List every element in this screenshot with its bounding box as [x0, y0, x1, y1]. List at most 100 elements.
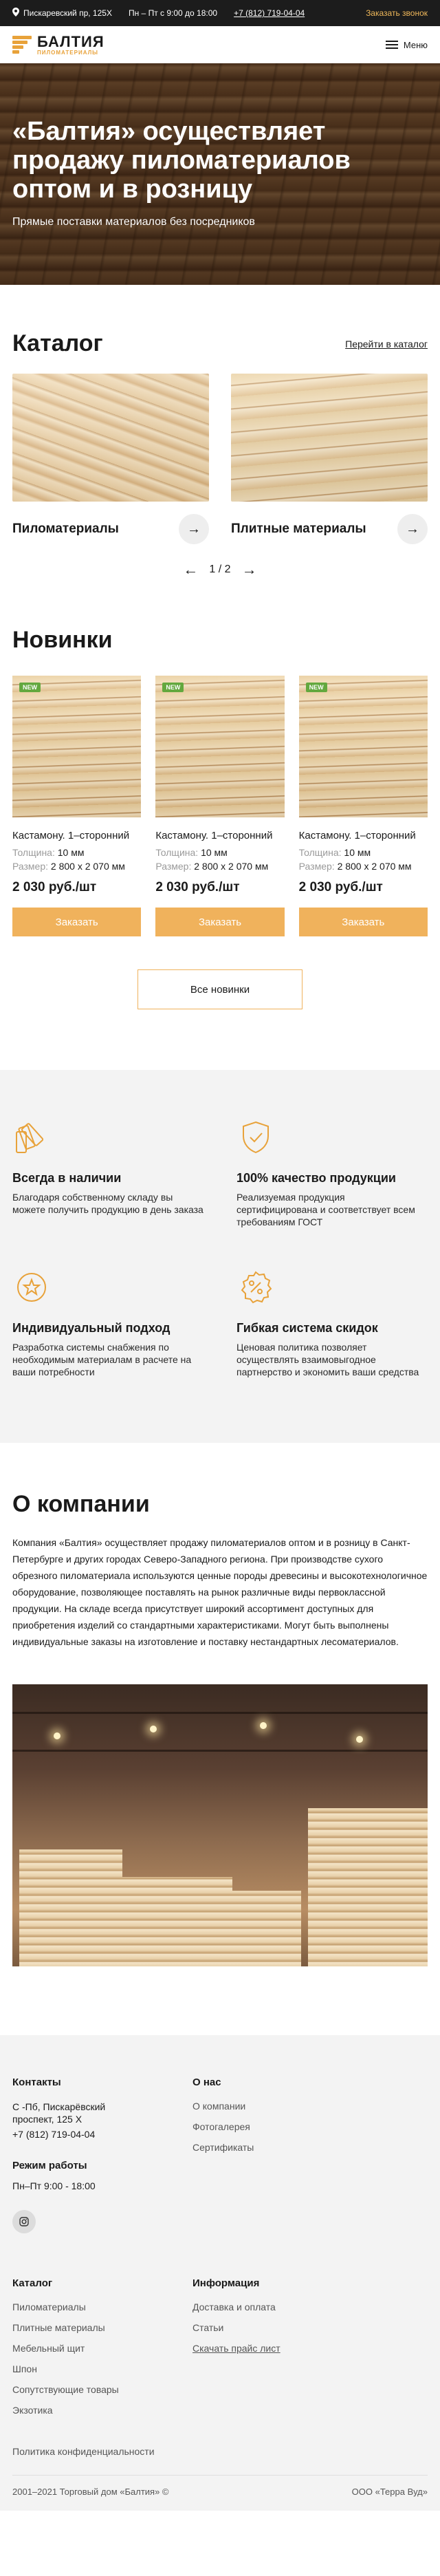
thickness-value: 10 мм	[201, 847, 228, 858]
product-image: NEW	[155, 676, 285, 817]
percent-badge-icon	[241, 1271, 272, 1304]
logo-name: БАЛТИЯ	[37, 32, 104, 50]
menu-button[interactable]: Меню	[385, 39, 428, 50]
feature-text: Реализуемая продукция сертифицирована и …	[236, 1192, 415, 1227]
footer-link-articles[interactable]: Статьи	[192, 2322, 428, 2333]
about-us-title: О нас	[192, 2076, 221, 2088]
address: Пискаревский пр, 125Х	[12, 8, 112, 19]
footer-address: С -Пб, Пискарёвский проспект, 125 Х	[12, 2101, 106, 2125]
all-new-button[interactable]: Все новинки	[138, 969, 302, 1009]
catalog-card-name: Плитные материалы	[231, 522, 366, 536]
about-section: О компании Компания «Балтия» осуществляе…	[0, 1443, 440, 1966]
new-products-section: Новинки NEW Кастамону. 1–сторонний Толщи…	[0, 579, 440, 1009]
footer-link-delivery[interactable]: Доставка и оплата	[192, 2301, 428, 2312]
contacts-title: Контакты	[12, 2076, 61, 2088]
size-value: 2 800 х 2 070 мм	[50, 861, 125, 872]
catalog-card-name: Пиломатериалы	[12, 522, 119, 536]
thickness-label: Толщина:	[155, 847, 199, 858]
product-price: 2 030 руб./шт	[155, 880, 240, 894]
shield-check-icon	[243, 1121, 269, 1154]
catalog-title: Каталог	[12, 330, 103, 356]
instagram-icon[interactable]	[12, 2210, 36, 2233]
feature-title: Всегда в наличии	[12, 1171, 122, 1185]
hero-title: «Балтия» осуществляет продажу пиломатери…	[12, 117, 351, 204]
order-button[interactable]: Заказать	[12, 908, 142, 936]
product-title: Кастамону. 1–сторонний	[298, 830, 416, 841]
info-title: Информация	[192, 2277, 260, 2289]
phone-link[interactable]: +7 (812) 719-04-04	[234, 8, 305, 18]
header: БАЛТИЯ ПИЛОМАТЕРИАЛЫ Меню	[0, 26, 440, 63]
copyright-bar: 2001–2021 Торговый дом «Балтия» © ООО «Т…	[12, 2475, 428, 2511]
about-text: Компания «Балтия» осуществляет продажу п…	[12, 1537, 428, 1647]
size-value: 2 800 х 2 070 мм	[337, 861, 412, 872]
feature-title: Индивидуальный подход	[12, 1321, 170, 1335]
size-label: Размер:	[298, 861, 335, 872]
product-card[interactable]: NEW Кастамону. 1–сторонний Толщина: 10 м…	[155, 676, 285, 936]
product-card[interactable]: NEW Кастамону. 1–сторонний Толщина: 10 м…	[298, 676, 428, 936]
about-title: О компании	[12, 1491, 150, 1517]
thickness-value: 10 мм	[344, 847, 371, 858]
product-image: NEW	[298, 676, 428, 817]
feature-title: 100% качество продукции	[236, 1171, 396, 1185]
hours-title: Режим работы	[12, 2160, 87, 2171]
footer-link-related-goods[interactable]: Сопутствующие товары	[12, 2384, 192, 2395]
logo-subtitle: ПИЛОМАТЕРИАЛЫ	[37, 49, 99, 56]
size-label: Размер:	[155, 861, 192, 872]
privacy-policy-link[interactable]: Политика конфиденциальности	[12, 2446, 428, 2475]
product-image: NEW	[12, 676, 142, 817]
next-arrow-icon[interactable]: →	[242, 561, 257, 579]
footer-phone[interactable]: +7 (812) 719-04-04	[12, 2128, 192, 2140]
menu-label: Меню	[403, 39, 428, 50]
pager-count: 1 / 2	[209, 564, 231, 575]
arrow-right-icon[interactable]: →	[397, 514, 428, 544]
catalog-card-lumber[interactable]: Пиломатериалы →	[12, 374, 209, 544]
catalog-pager: ← 1 / 2 →	[12, 561, 428, 579]
footer-catalog-title: Каталог	[12, 2277, 53, 2289]
location-pin-icon	[12, 8, 19, 19]
lumber-image	[12, 374, 209, 502]
feature-item: Гибкая система скидок Ценовая политика п…	[236, 1268, 428, 1378]
hero-banner: «Балтия» осуществляет продажу пиломатери…	[0, 63, 440, 285]
product-card[interactable]: NEW Кастамону. 1–сторонний Толщина: 10 м…	[12, 676, 142, 936]
logo[interactable]: БАЛТИЯ ПИЛОМАТЕРИАЛЫ	[12, 34, 104, 56]
feature-title: Гибкая система скидок	[236, 1321, 378, 1335]
new-badge: NEW	[305, 683, 327, 692]
footer-link-veneer[interactable]: Шпон	[12, 2363, 192, 2374]
hamburger-icon	[385, 41, 398, 49]
prev-arrow-icon[interactable]: ←	[183, 561, 198, 579]
new-badge: NEW	[19, 683, 41, 692]
size-value: 2 800 х 2 070 мм	[194, 861, 269, 872]
copyright-left: 2001–2021 Торговый дом «Балтия» ©	[12, 2487, 169, 2497]
catalog-card-panels[interactable]: Плитные материалы →	[231, 374, 428, 544]
product-price: 2 030 руб./шт	[12, 880, 97, 894]
feature-item: 100% качество продукции Реализуемая прод…	[236, 1118, 428, 1228]
arrow-right-icon[interactable]: →	[179, 514, 209, 544]
star-badge-icon	[17, 1273, 46, 1302]
swatches-icon	[16, 1123, 44, 1153]
thickness-label: Толщина:	[12, 847, 55, 858]
new-badge: NEW	[162, 683, 184, 692]
footer-link-exotic[interactable]: Экзотика	[12, 2405, 192, 2416]
product-title: Кастамону. 1–сторонний	[12, 830, 130, 841]
footer-link-certificates[interactable]: Сертификаты	[192, 2142, 428, 2153]
go-to-catalog-link[interactable]: Перейти в каталог	[345, 339, 428, 350]
footer-link-price-list[interactable]: Скачать прайс лист	[192, 2343, 428, 2354]
thickness-label: Толщина:	[298, 847, 342, 858]
callback-link[interactable]: Заказать звонок	[366, 8, 428, 18]
order-button[interactable]: Заказать	[298, 908, 428, 936]
feature-item: Всегда в наличии Благодаря собственному …	[12, 1118, 204, 1228]
hero-subtitle: Прямые поставки материалов без посредник…	[12, 216, 255, 228]
footer-link-lumber[interactable]: Пиломатериалы	[12, 2301, 192, 2312]
working-hours: Пн – Пт с 9:00 до 18:00	[128, 8, 218, 18]
logo-mark-icon	[12, 36, 32, 54]
footer-link-panels[interactable]: Плитные материалы	[12, 2322, 192, 2333]
footer-link-gallery[interactable]: Фотогалерея	[192, 2121, 428, 2132]
warehouse-photo	[12, 1684, 428, 1966]
product-title: Кастамону. 1–сторонний	[155, 830, 273, 841]
footer-link-about[interactable]: О компании	[192, 2101, 428, 2112]
order-button[interactable]: Заказать	[155, 908, 285, 936]
thickness-value: 10 мм	[57, 847, 85, 858]
copyright-right: ООО «Терра Вуд»	[351, 2487, 428, 2497]
footer-link-furniture-board[interactable]: Мебельный щит	[12, 2343, 192, 2354]
feature-item: Индивидуальный подход Разработка системы…	[12, 1268, 204, 1378]
